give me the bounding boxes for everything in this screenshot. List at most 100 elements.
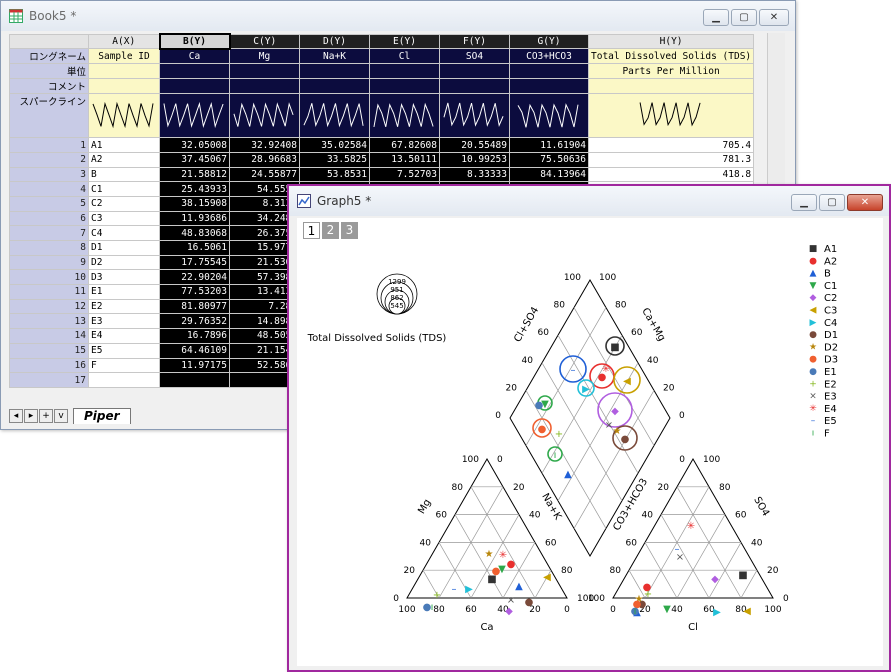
cell-value[interactable]: 53.8531 xyxy=(299,166,370,183)
cell-sample-id[interactable]: B xyxy=(88,166,160,183)
column-header[interactable]: F(Y) xyxy=(439,33,510,50)
meta-cell[interactable]: Mg xyxy=(229,48,300,65)
meta-cell[interactable] xyxy=(299,78,370,95)
sparkline-cell[interactable] xyxy=(229,93,300,139)
row-number[interactable]: 8 xyxy=(9,240,89,256)
meta-cell[interactable] xyxy=(159,78,230,95)
cell-sample-id[interactable]: C3 xyxy=(88,210,160,227)
cell-value[interactable]: 28.96683 xyxy=(229,151,300,168)
cell-sample-id[interactable]: D3 xyxy=(88,269,160,286)
cell-value[interactable]: 10.99253 xyxy=(439,151,510,168)
cell-value[interactable]: 11.61904 xyxy=(509,137,589,153)
cell-value[interactable]: 37.45067 xyxy=(159,151,230,168)
sparkline-cell[interactable] xyxy=(299,93,370,139)
row-number[interactable]: 11 xyxy=(9,284,89,300)
plot-area[interactable]: 100 80 60 40 20 0 0 20 40 60 80 100 0 20 40 60 80 100 0 20 4… xyxy=(297,218,883,666)
meta-cell[interactable] xyxy=(369,78,440,95)
cell-sample-id[interactable]: D2 xyxy=(88,254,160,271)
graph-close-button[interactable]: ✕ xyxy=(847,194,883,211)
cell-value[interactable]: 29.76352 xyxy=(159,313,230,330)
cell-value[interactable]: 38.15908 xyxy=(159,195,230,212)
cell-sample-id[interactable]: D1 xyxy=(88,240,160,256)
cell-value[interactable]: 16.5061 xyxy=(159,240,230,256)
cell-sample-id[interactable] xyxy=(88,372,160,388)
meta-cell[interactable] xyxy=(159,63,230,80)
row-number[interactable]: 15 xyxy=(9,342,89,359)
meta-cell[interactable]: Cl xyxy=(369,48,440,65)
cell-sample-id[interactable]: F xyxy=(88,357,160,374)
close-button[interactable]: ✕ xyxy=(759,9,789,26)
cell-sample-id[interactable]: A1 xyxy=(88,137,160,153)
column-header[interactable]: H(Y) xyxy=(587,33,755,50)
meta-cell[interactable]: SO4 xyxy=(439,48,510,65)
meta-cell[interactable] xyxy=(369,63,440,80)
meta-cell[interactable] xyxy=(229,78,300,95)
meta-cell[interactable] xyxy=(587,78,755,95)
cell-tds[interactable]: 418.8 xyxy=(587,166,755,183)
sparkline-cell[interactable] xyxy=(439,93,510,139)
cell-value[interactable]: 35.02584 xyxy=(299,137,370,153)
row-number[interactable]: 16 xyxy=(9,357,89,374)
meta-cell[interactable] xyxy=(509,63,589,80)
cell-value[interactable]: 84.13964 xyxy=(509,166,589,183)
column-header[interactable]: D(Y) xyxy=(299,33,370,50)
meta-cell[interactable]: Ca xyxy=(159,48,230,65)
cell-value[interactable]: 13.50111 xyxy=(369,151,440,168)
cell-value[interactable]: 11.93686 xyxy=(159,210,230,227)
meta-cell[interactable] xyxy=(88,78,160,95)
cell-value[interactable]: 11.97175 xyxy=(159,357,230,374)
cell-value[interactable]: 7.52703 xyxy=(369,166,440,183)
column-header[interactable]: C(Y) xyxy=(229,33,300,50)
row-number[interactable]: 6 xyxy=(9,210,89,227)
column-header[interactable]: G(Y) xyxy=(509,33,589,50)
sheet-nav-button[interactable]: ◂ xyxy=(9,409,23,423)
meta-cell[interactable]: CO3+HCO3 xyxy=(509,48,589,65)
meta-cell[interactable] xyxy=(509,78,589,95)
cell-sample-id[interactable]: E1 xyxy=(88,284,160,300)
cell-sample-id[interactable]: C2 xyxy=(88,195,160,212)
cell-value[interactable]: 75.50636 xyxy=(509,151,589,168)
row-number[interactable]: 14 xyxy=(9,328,89,344)
row-number[interactable]: 5 xyxy=(9,195,89,212)
sheet-nav-button[interactable]: + xyxy=(39,409,53,423)
cell-value[interactable]: 64.46109 xyxy=(159,342,230,359)
cell-value[interactable]: 77.53203 xyxy=(159,284,230,300)
cell-value[interactable]: 16.7896 xyxy=(159,328,230,344)
sparkline-cell[interactable] xyxy=(88,93,160,139)
layer-tab-2[interactable]: 2 xyxy=(322,222,339,239)
cell-sample-id[interactable]: E4 xyxy=(88,328,160,344)
sheet-nav-button[interactable]: v xyxy=(54,409,68,423)
row-number[interactable]: 17 xyxy=(9,372,89,388)
row-number[interactable]: 7 xyxy=(9,225,89,241)
cell-value[interactable]: 17.75545 xyxy=(159,254,230,271)
cell-value[interactable]: 81.80977 xyxy=(159,298,230,315)
cell-value[interactable]: 8.33333 xyxy=(439,166,510,183)
meta-cell[interactable] xyxy=(88,63,160,80)
layer-tab-1[interactable]: 1 xyxy=(303,222,320,239)
column-header[interactable]: A(X) xyxy=(88,33,160,50)
cell-sample-id[interactable]: C1 xyxy=(88,181,160,197)
cell-value[interactable]: 32.05008 xyxy=(159,137,230,153)
meta-cell[interactable]: Parts Per Million xyxy=(587,63,755,80)
row-number[interactable]: 4 xyxy=(9,181,89,197)
cell-value[interactable]: 21.58812 xyxy=(159,166,230,183)
row-number[interactable]: 3 xyxy=(9,166,89,183)
cell-sample-id[interactable]: E2 xyxy=(88,298,160,315)
column-header[interactable]: B(Y) xyxy=(158,33,231,50)
cell-value[interactable]: 32.92408 xyxy=(229,137,300,153)
sparkline-cell[interactable] xyxy=(369,93,440,139)
cell-value[interactable]: 25.43933 xyxy=(159,181,230,197)
column-header[interactable]: E(Y) xyxy=(369,33,440,50)
meta-cell[interactable] xyxy=(439,63,510,80)
meta-cell[interactable] xyxy=(439,78,510,95)
sheet-nav-button[interactable]: ▸ xyxy=(24,409,38,423)
sheet-tab-piper[interactable]: Piper xyxy=(73,408,131,424)
cell-sample-id[interactable]: E3 xyxy=(88,313,160,330)
meta-cell[interactable] xyxy=(229,63,300,80)
graph-maximize-button[interactable]: ▢ xyxy=(819,194,845,211)
cell-tds[interactable]: 705.4 xyxy=(587,137,755,153)
meta-cell[interactable]: Sample ID xyxy=(88,48,160,65)
cell-value[interactable]: 22.90204 xyxy=(159,269,230,286)
sparkline-cell[interactable] xyxy=(587,93,755,139)
cell-value[interactable]: 24.55877 xyxy=(229,166,300,183)
